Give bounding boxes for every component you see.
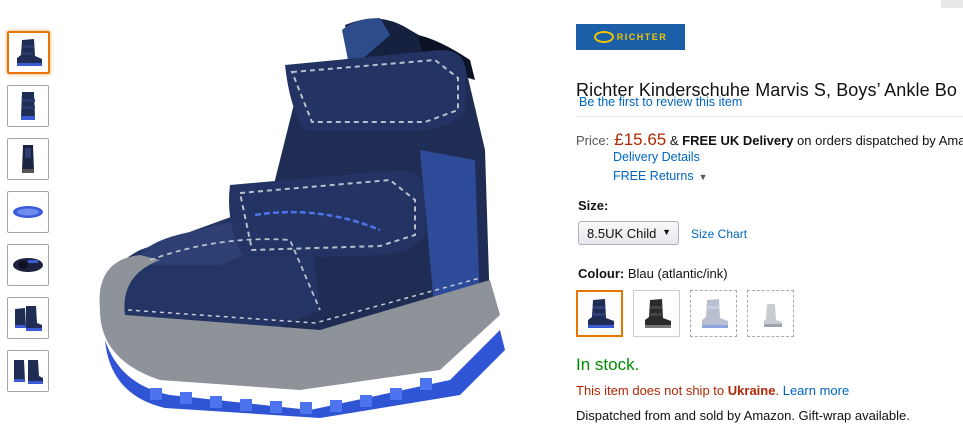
shipping-period: . <box>775 383 780 398</box>
delivery-suffix: on orders dispatched by Ama <box>797 133 963 148</box>
swatch-black-grey[interactable] <box>633 290 680 337</box>
colour-row: Colour: Blau (atlantic/ink) <box>578 266 728 281</box>
thumbnail-boot-pair[interactable] <box>7 297 49 339</box>
dispatch-info: Dispatched from and sold by Amazon. Gift… <box>576 408 910 423</box>
price-amp: & <box>669 133 679 148</box>
brand-swoosh-icon <box>593 31 614 43</box>
colour-value: Blau (atlantic/ink) <box>627 266 728 281</box>
thumbnail-strip <box>7 31 51 403</box>
stock-status: In stock. <box>576 355 640 374</box>
brand-logo[interactable]: RICHTER <box>576 24 685 50</box>
free-returns-label: FREE Returns <box>613 169 694 183</box>
price-row: Price: £15.65 & FREE UK Delivery on order… <box>576 130 963 150</box>
shipping-notice: This item does not ship to Ukraine. Lear… <box>576 383 849 398</box>
swatch-light-grey-blue[interactable] <box>690 290 737 337</box>
size-chart-link[interactable]: Size Chart <box>691 227 747 241</box>
price-amount: £15.65 <box>614 130 667 149</box>
thumbnail-boot-pair-2[interactable] <box>7 350 49 392</box>
review-link[interactable]: Be the first to review this item <box>579 95 742 109</box>
shipping-prefix: This item does not ship to <box>576 383 725 398</box>
size-selected-value: 8.5UK Child <box>587 225 657 241</box>
thumbnail-boot-front[interactable] <box>7 85 49 127</box>
delivery-details-link[interactable]: Delivery Details <box>613 150 700 164</box>
dropdown-arrow-icon: ▼ <box>662 227 671 237</box>
shipping-country: Ukraine <box>727 383 776 398</box>
free-returns-dropdown[interactable]: FREE Returns ▼ <box>613 169 708 183</box>
corner-tab <box>941 0 963 8</box>
brand-logo-text: RICHTER <box>616 32 668 42</box>
thumbnail-boot-side[interactable] <box>7 31 50 74</box>
colour-label: Colour: <box>578 266 625 281</box>
learn-more-link[interactable]: Learn more <box>783 383 849 398</box>
size-label: Size: <box>578 198 609 213</box>
swatch-navy[interactable] <box>576 290 623 337</box>
chevron-down-icon: ▼ <box>698 172 708 182</box>
thumbnail-boot-sole[interactable] <box>7 191 49 233</box>
main-product-image[interactable] <box>80 10 530 420</box>
price-label: Price: <box>576 133 610 148</box>
thumbnail-boot-back[interactable] <box>7 138 49 180</box>
thumbnail-boot-top[interactable] <box>7 244 49 286</box>
divider <box>576 116 963 117</box>
free-delivery-text: FREE UK Delivery <box>682 133 794 148</box>
size-select[interactable]: 8.5UK Child ▼ <box>578 221 679 245</box>
swatch-light-grey[interactable] <box>747 290 794 337</box>
colour-swatches <box>576 290 794 337</box>
